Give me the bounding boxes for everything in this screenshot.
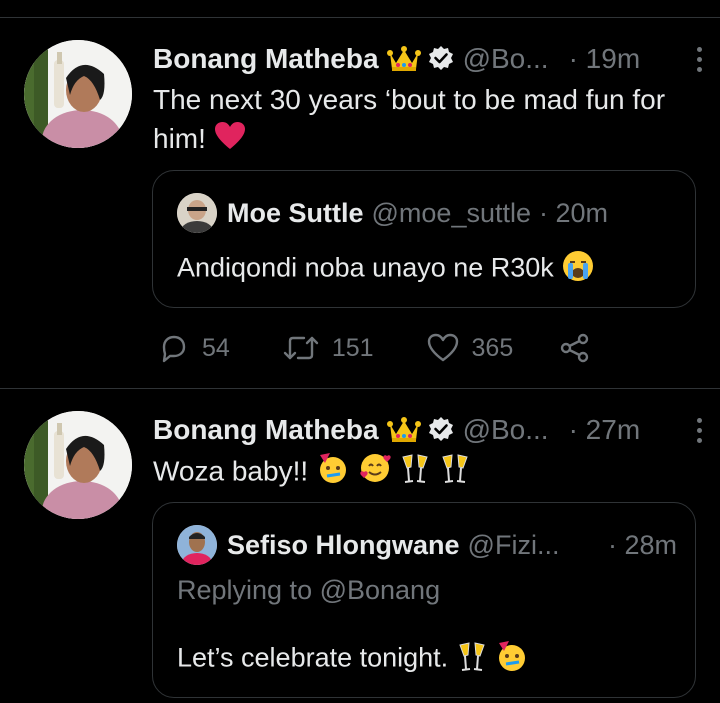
reply-count: 54 (202, 333, 230, 362)
reply-icon (162, 335, 186, 363)
author-name[interactable]: Bonang Matheba (153, 43, 379, 75)
tweet-1[interactable]: Bonang Matheba @Bo... · 19m The next 30 … (0, 0, 720, 388)
avatar[interactable] (24, 411, 132, 519)
author-handle[interactable]: @Bo... (463, 414, 549, 446)
timestamp[interactable]: · 19m (569, 43, 641, 75)
party-face-emoji (495, 639, 529, 680)
tweet-header: Bonang Matheba @Bo... · 27m (153, 411, 706, 449)
like-button[interactable]: 365 (426, 332, 514, 364)
like-count: 365 (471, 333, 514, 362)
quoted-text: Andiqondi noba unayo ne R30k (177, 249, 677, 290)
tweet-header: Bonang Matheba @Bo... · 19m (153, 40, 706, 78)
share-button[interactable] (559, 332, 603, 364)
party-face-emoji (316, 451, 350, 495)
quoted-header: Moe Suttle @moe_suttle · 20m (177, 193, 677, 233)
clinking-glasses-emoji (456, 639, 488, 680)
retweet-icon (283, 336, 319, 360)
clinking-glasses-emoji (399, 451, 431, 495)
reply-button[interactable]: 54 (158, 332, 230, 364)
quoted-avatar (177, 525, 217, 565)
timestamp[interactable]: · 27m (569, 414, 641, 446)
author-handle[interactable]: @Bo... (463, 43, 549, 75)
tweet-text: The next 30 years ‘bout to be mad fun fo… (153, 80, 700, 161)
quoted-author-name: Sefiso Hlongwane (227, 529, 460, 560)
quoted-author-name: Moe Suttle (227, 197, 364, 228)
share-icon (561, 333, 589, 363)
quoted-tweet[interactable]: Sefiso Hlongwane @Fizi... · 28m Replying… (152, 502, 696, 698)
retweet-count: 151 (331, 333, 374, 362)
crying-emoji (561, 249, 595, 290)
crown-emoji (386, 416, 421, 444)
quoted-avatar (177, 193, 217, 233)
verified-badge-icon (427, 45, 455, 73)
quoted-text: Let’s celebrate tonight. (177, 639, 677, 680)
crown-emoji (386, 45, 421, 73)
quoted-timestamp: · 20m (539, 197, 609, 228)
heart-emoji (214, 121, 246, 161)
quoted-header: Sefiso Hlongwane @Fizi... · 28m (177, 525, 677, 565)
hearts-face-emoji (358, 451, 392, 495)
retweet-button[interactable]: 151 (282, 332, 374, 364)
action-bar: 54 151 365 (158, 330, 603, 366)
quoted-tweet[interactable]: Moe Suttle @moe_suttle · 20m Andiqondi n… (152, 170, 696, 308)
author-name[interactable]: Bonang Matheba (153, 414, 379, 446)
more-icon[interactable] (692, 415, 706, 445)
like-icon (427, 333, 458, 362)
quoted-author-handle: @Fizi... (467, 529, 560, 560)
quoted-timestamp: · 28m (607, 529, 677, 560)
tweet-text: Woza baby!! (153, 451, 700, 495)
more-icon[interactable] (692, 44, 706, 74)
quoted-author-handle: @moe_suttle (371, 197, 531, 228)
avatar[interactable] (24, 40, 132, 148)
clinking-glasses-emoji (439, 451, 471, 495)
tweet-2[interactable]: Bonang Matheba @Bo... · 27m Woza baby!! (0, 389, 720, 703)
replying-to: Replying to @Bonang (177, 575, 441, 605)
verified-badge-icon (427, 416, 455, 444)
